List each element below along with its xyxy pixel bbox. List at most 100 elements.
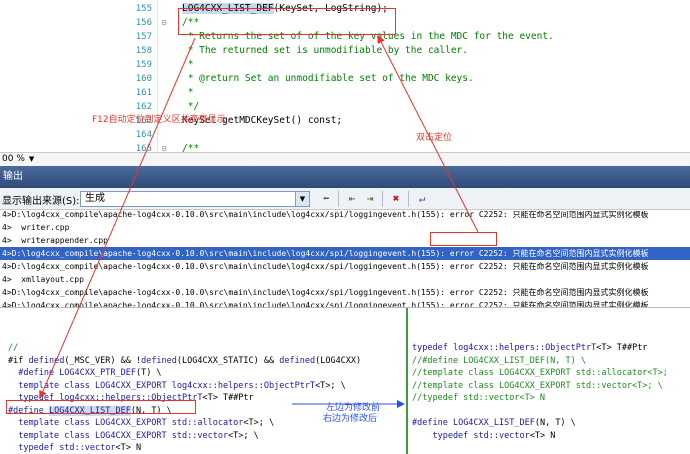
code-token: defined	[279, 355, 316, 366]
source-select-value: 生成	[85, 193, 105, 204]
code-text: /**	[182, 142, 199, 152]
code-text: * @return Set an unmodifiable set of the…	[182, 72, 474, 86]
go-to-next-icon[interactable]: ⇥	[362, 191, 378, 207]
line-number: 161	[135, 88, 152, 98]
code-token: (LOG4CXX)	[315, 355, 362, 366]
toolbar-separator	[338, 191, 339, 207]
code-token: (T) \	[135, 368, 162, 378]
code-line[interactable]: 158 * The returned set is unmodifiable b…	[0, 44, 690, 58]
right-code-line: typedef std::vector<T> N	[412, 430, 555, 442]
right-code-line: //#define LOG4CXX_LIST_DEF(N, T) \	[412, 355, 586, 367]
output-text[interactable]: 4>D:\log4cxx_compile\apache-log4cxx-0.10…	[0, 211, 690, 307]
find-message-icon[interactable]: ⇤	[344, 191, 360, 207]
clear-all-icon[interactable]: ✖	[388, 191, 404, 207]
code-token: LOG4CXX_PTR_DEF	[59, 368, 136, 378]
right-code-line: //template class LOG4CXX_EXPORT std::vec…	[412, 380, 663, 392]
comparison-divider	[406, 308, 408, 454]
code-token: LOG4CXX_EXPORT	[95, 430, 172, 441]
chevron-down-icon[interactable]: ▼	[295, 192, 309, 206]
code-token: LOG4CXX_EXPORT	[95, 380, 172, 391]
zoom-value: 00 %	[2, 154, 25, 164]
code-line[interactable]: 160 * @return Set an unmodifiable set of…	[0, 72, 690, 86]
source-select[interactable]: 生成 ▼	[80, 191, 310, 207]
line-number: 158	[135, 46, 152, 56]
code-token: log4cxx::helpers::ObjectPtrT	[171, 380, 316, 391]
line-number: 164	[135, 130, 152, 140]
code-token: std::vector	[59, 443, 116, 453]
output-line[interactable]: 4> writer.cpp	[0, 221, 690, 234]
annotation-box-original-define	[6, 400, 196, 414]
output-line[interactable]: 4>D:\log4cxx_compile\apache-log4cxx-0.10…	[0, 286, 690, 299]
left-code-line: template class LOG4CXX_EXPORT std::vecto…	[8, 430, 259, 442]
left-code-line: template class LOG4CXX_EXPORT log4cxx::h…	[8, 380, 346, 392]
output-line[interactable]: 4> writerappender.cpp	[0, 234, 690, 247]
right-note: 右边为修改后	[323, 414, 378, 424]
f12-note: F12自动定位到定义区并高亮显示	[92, 115, 226, 125]
code-token: *	[182, 59, 194, 70]
code-text: * The returned set is unmodifiable by th…	[182, 44, 468, 58]
output-panel-title: 输出	[0, 166, 690, 188]
code-token: typedef	[412, 430, 474, 441]
code-token: (LOG4CXX_STATIC) &&	[176, 355, 280, 366]
fold-toggle-icon[interactable]: ⊟	[160, 142, 168, 152]
code-token: template class	[8, 418, 95, 428]
code-token: *	[182, 87, 194, 98]
word-wrap-icon[interactable]: ↵	[414, 191, 430, 207]
output-line[interactable]: 4>D:\log4cxx_compile\apache-log4cxx-0.10…	[0, 299, 690, 307]
right-code-line: //template class LOG4CXX_EXPORT std::all…	[412, 367, 668, 379]
code-token: LOG4CXX_LIST_DEF	[452, 418, 535, 428]
code-token: log4cxx::helpers::ObjectPtrT	[452, 343, 597, 353]
code-token: <T> T##Ptr	[202, 393, 254, 403]
code-token: */	[182, 101, 200, 112]
zoom-level[interactable]: 00 % ▼	[0, 152, 690, 166]
code-line[interactable]: 164	[0, 128, 690, 142]
code-token: #define	[412, 418, 453, 428]
code-token: //	[8, 343, 19, 353]
line-number: 159	[135, 60, 152, 70]
output-toolbar: 显示输出来源(S): 生成 ▼ ⬅ ⇤ ⇥ ✖ ↵	[0, 188, 690, 210]
output-line[interactable]: 4>D:\log4cxx_compile\apache-log4cxx-0.10…	[0, 211, 690, 221]
code-token: <T> N	[529, 430, 556, 441]
right-code-line: //typedef std::vector<T> N	[412, 392, 545, 404]
left-code-line: #define LOG4CXX_PTR_DEF(T) \	[8, 367, 162, 379]
code-text: *	[182, 86, 194, 100]
code-line[interactable]: 161 *	[0, 86, 690, 100]
right-code-line: typedef log4cxx::helpers::ObjectPtrT<T> …	[412, 342, 647, 354]
annotation-box-definition	[178, 8, 396, 35]
code-text: *	[182, 58, 194, 72]
line-number: 165	[135, 144, 152, 152]
chevron-down-icon[interactable]: ▼	[29, 155, 34, 163]
code-token: /**	[182, 143, 200, 152]
code-token: //template class LOG4CXX_EXPORT std::vec…	[412, 380, 663, 391]
fold-toggle-icon[interactable]: ⊟	[160, 16, 168, 30]
output-line[interactable]: 4> xmllayout.cpp	[0, 273, 690, 286]
code-token: //#define LOG4CXX_LIST_DEF(N, T) \	[412, 355, 586, 366]
code-token: <T>; \	[228, 430, 259, 441]
code-token: typedef	[412, 343, 453, 353]
code-token: std::vector	[473, 430, 530, 441]
code-token: typedef	[8, 443, 60, 453]
code-token: <T> N	[115, 443, 142, 453]
line-number: 160	[135, 74, 152, 84]
code-token: (N, T) \	[534, 418, 576, 428]
go-to-previous-icon[interactable]: ⬅	[318, 191, 334, 207]
code-token: * @return Set an unmodifiable set of the…	[182, 73, 474, 84]
code-line[interactable]: 165 ⊟ /**	[0, 142, 690, 152]
code-token: #define	[8, 368, 60, 378]
code-token: * The returned set is unmodifiable by th…	[182, 45, 468, 56]
left-code-line: #if defined(_MSC_VER) && !defined(LOG4CX…	[8, 355, 361, 367]
code-token: <T>; \	[243, 418, 275, 428]
code-token: <T> T##Ptr	[596, 343, 648, 353]
output-line[interactable]: 4>D:\log4cxx_compile\apache-log4cxx-0.10…	[0, 247, 690, 260]
code-token: defined	[28, 355, 65, 366]
line-number: 155	[135, 4, 152, 14]
annotation-box-error	[430, 232, 497, 246]
code-token: //template class LOG4CXX_EXPORT std::all…	[412, 368, 668, 378]
right-code-line: #define LOG4CXX_LIST_DEF(N, T) \	[412, 417, 576, 429]
code-line[interactable]: 159 *	[0, 58, 690, 72]
code-token: LOG4CXX_EXPORT	[95, 418, 172, 428]
code-token: template class	[8, 380, 95, 391]
left-code-line: template class LOG4CXX_EXPORT std::alloc…	[8, 417, 274, 429]
code-token: defined	[141, 355, 177, 366]
output-line[interactable]: 4>D:\log4cxx_compile\apache-log4cxx-0.10…	[0, 260, 690, 273]
